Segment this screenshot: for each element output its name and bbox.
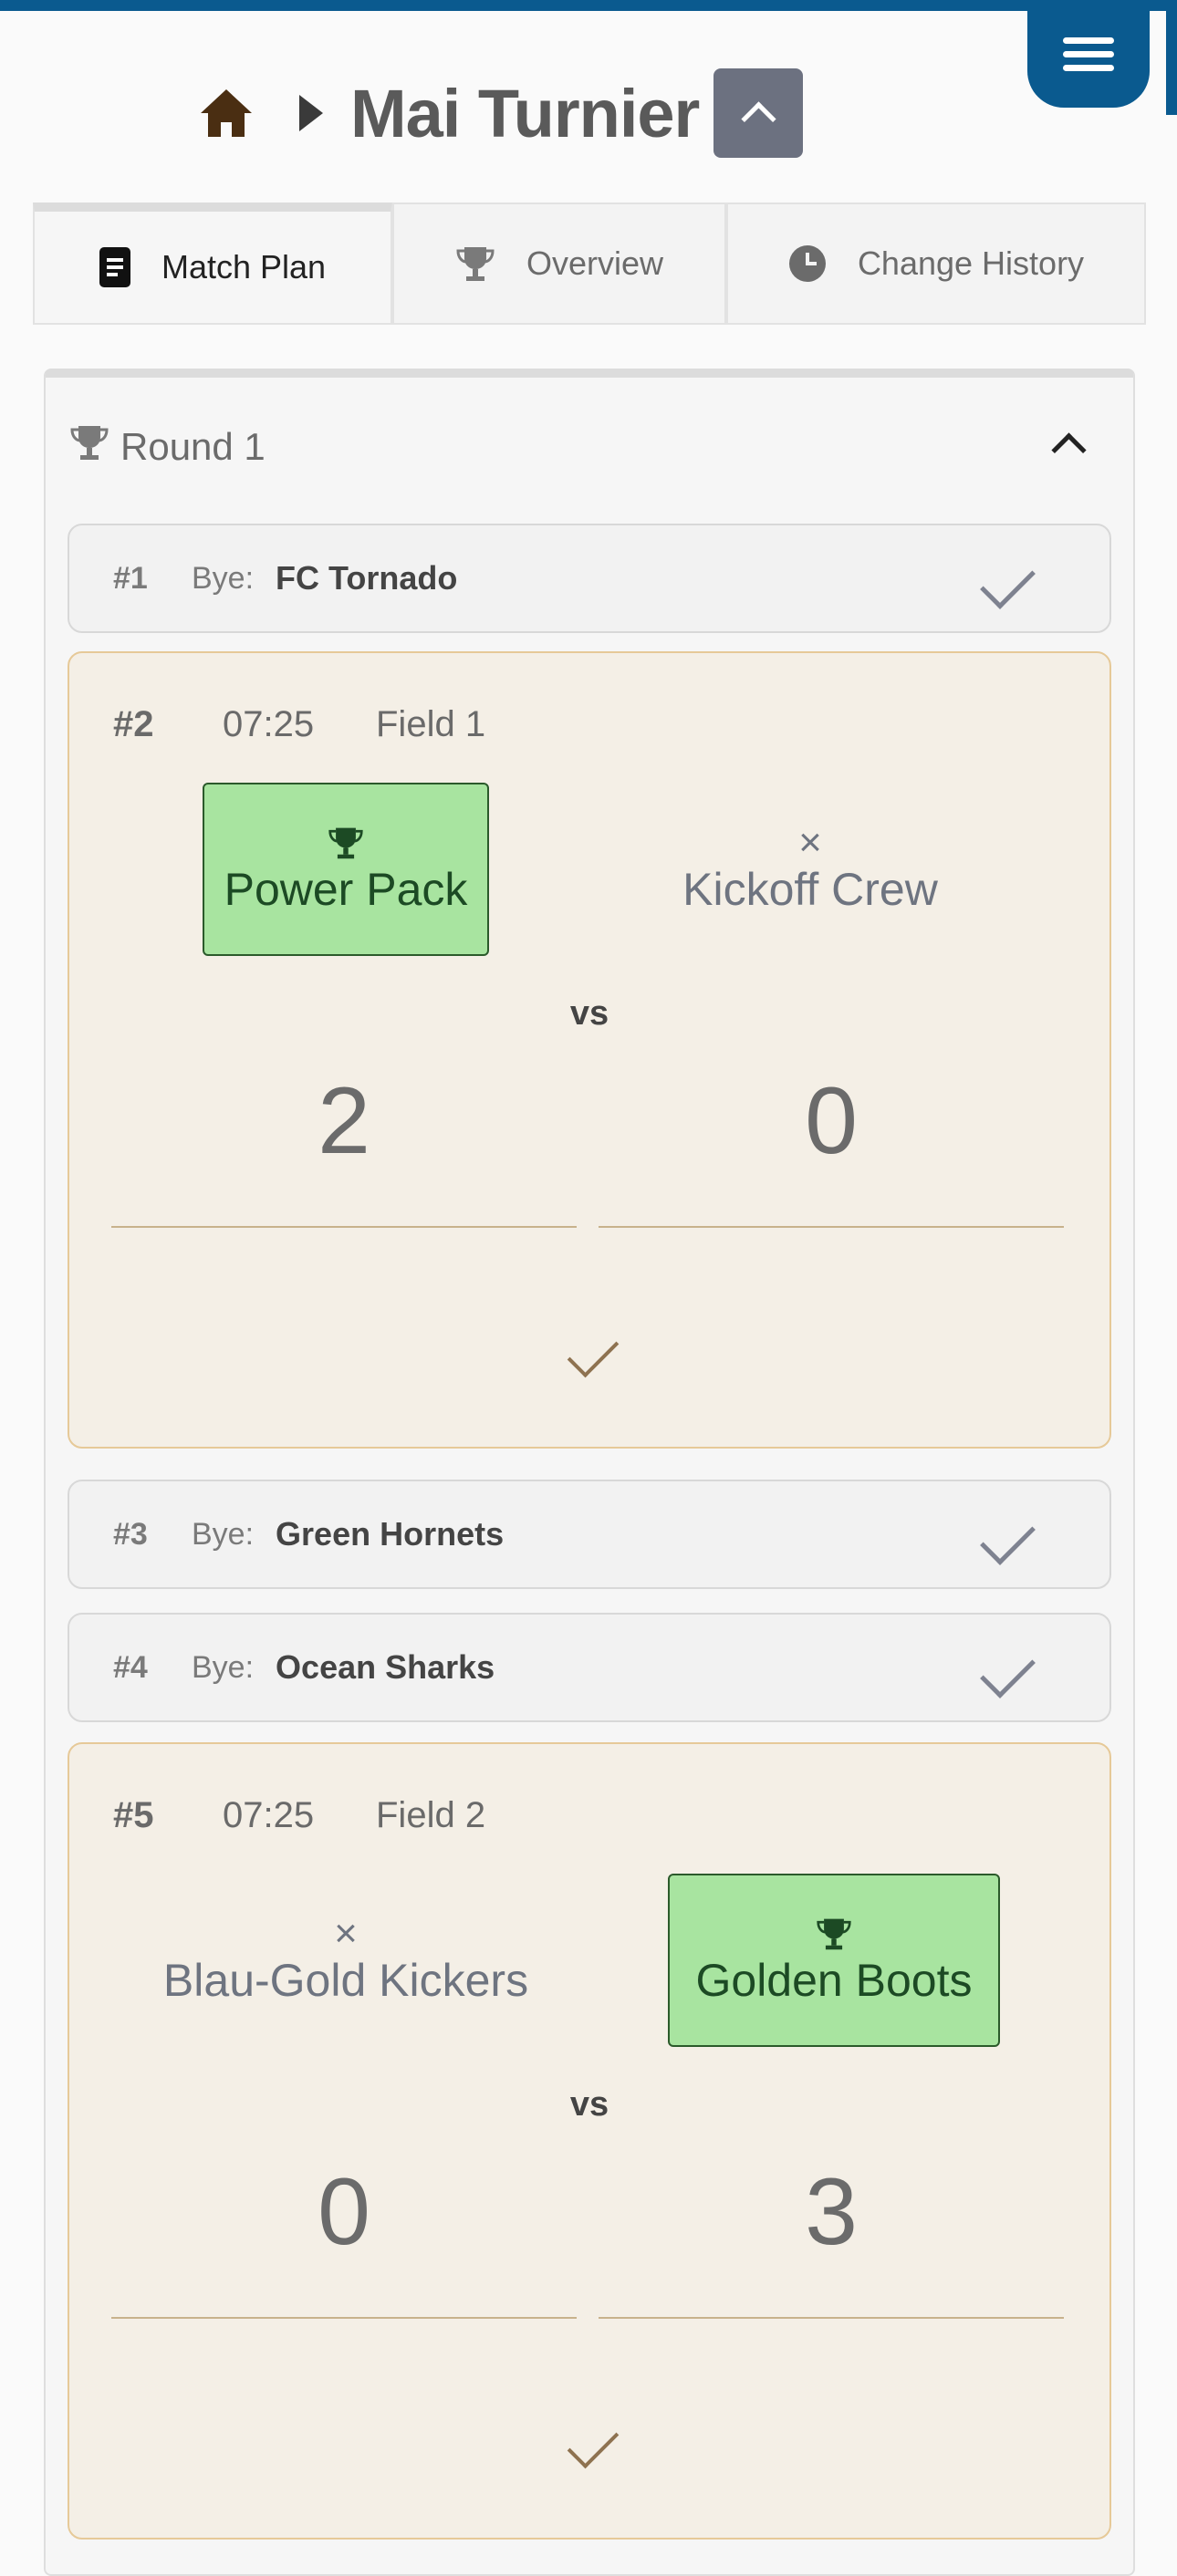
vs-label: vs bbox=[569, 2085, 609, 2124]
home-score-input[interactable]: 0 bbox=[111, 2158, 577, 2267]
match-number: #3 bbox=[113, 1516, 148, 1552]
match-card: #2 07:25 Field 1 Power Pack × Kickoff Cr… bbox=[68, 651, 1111, 1449]
away-score-input[interactable]: 3 bbox=[599, 2158, 1064, 2267]
home-team-button[interactable]: Power Pack bbox=[203, 783, 489, 956]
page-header: Mai Turnier bbox=[197, 68, 804, 159]
away-team-button[interactable]: Golden Boots bbox=[668, 1874, 1000, 2047]
confirm-check-icon[interactable] bbox=[567, 2416, 620, 2469]
trophy-icon bbox=[69, 421, 109, 473]
score-underline bbox=[599, 1226, 1064, 1228]
hamburger-icon bbox=[1063, 30, 1114, 78]
team-name: Blau-Gold Kickers bbox=[162, 1955, 529, 2006]
tab-label: Overview bbox=[526, 244, 664, 282]
bye-label: Bye: bbox=[192, 1516, 255, 1552]
score-underline bbox=[111, 2317, 577, 2319]
check-icon bbox=[980, 554, 1036, 609]
menu-button[interactable] bbox=[1027, 0, 1150, 108]
confirm-check-icon[interactable] bbox=[567, 1325, 620, 1378]
chevron-up-icon[interactable] bbox=[1051, 432, 1087, 468]
vs-label: vs bbox=[569, 994, 609, 1033]
match-field: Field 2 bbox=[376, 1795, 486, 1835]
trophy-icon bbox=[817, 1918, 851, 1950]
match-number: #1 bbox=[113, 560, 148, 596]
trophy-icon bbox=[455, 244, 495, 284]
bye-label: Bye: bbox=[192, 560, 255, 596]
check-icon bbox=[980, 1510, 1036, 1565]
bye-team: Green Hornets bbox=[276, 1515, 505, 1553]
tab-match-plan[interactable]: Match Plan bbox=[33, 203, 392, 325]
bye-team: Ocean Sharks bbox=[276, 1648, 495, 1686]
bye-row: #3 Bye: Green Hornets bbox=[68, 1480, 1111, 1589]
x-icon: × bbox=[334, 1911, 358, 1956]
document-icon bbox=[99, 247, 130, 287]
team-name: Power Pack bbox=[224, 864, 468, 915]
home-icon[interactable] bbox=[197, 84, 255, 142]
chevron-up-icon bbox=[741, 100, 776, 137]
home-score-input[interactable]: 2 bbox=[111, 1067, 577, 1176]
match-number: #5 bbox=[113, 1795, 154, 1835]
check-icon bbox=[980, 1643, 1036, 1698]
tab-label: Change History bbox=[857, 244, 1085, 282]
match-number: #4 bbox=[113, 1649, 148, 1685]
score-underline bbox=[599, 2317, 1064, 2319]
match-time: 07:25 bbox=[223, 1795, 315, 1835]
tab-change-history[interactable]: Change History bbox=[726, 203, 1146, 325]
round-panel: Round 1 #1 Bye: FC Tornado #2 07:25 Fiel… bbox=[44, 369, 1135, 2576]
tab-overview[interactable]: Overview bbox=[392, 203, 726, 325]
round-header[interactable]: Round 1 bbox=[69, 410, 266, 483]
home-team-button[interactable]: × Blau-Gold Kickers bbox=[142, 1874, 549, 2047]
edge-strip bbox=[1166, 0, 1177, 115]
away-team-button[interactable]: × Kickoff Crew bbox=[646, 783, 974, 956]
score-underline bbox=[111, 1226, 577, 1228]
match-card: #5 07:25 Field 2 × Blau-Gold Kickers Gol… bbox=[68, 1742, 1111, 2540]
clock-icon bbox=[788, 244, 827, 283]
bye-team: FC Tornado bbox=[276, 559, 458, 597]
top-accent-bar bbox=[0, 0, 1177, 11]
match-number: #2 bbox=[113, 704, 154, 744]
bye-label: Bye: bbox=[192, 1649, 255, 1685]
collapse-header-button[interactable] bbox=[713, 68, 804, 158]
tab-label: Match Plan bbox=[161, 248, 327, 286]
away-score-input[interactable]: 0 bbox=[599, 1067, 1064, 1176]
trophy-icon bbox=[328, 827, 363, 859]
x-icon: × bbox=[798, 820, 822, 865]
team-name: Kickoff Crew bbox=[682, 864, 938, 915]
match-field: Field 1 bbox=[376, 704, 486, 744]
bye-row: #1 Bye: FC Tornado bbox=[68, 524, 1111, 633]
bye-row: #4 Bye: Ocean Sharks bbox=[68, 1613, 1111, 1722]
round-title: Round 1 bbox=[120, 425, 266, 468]
caret-right-icon bbox=[299, 95, 323, 131]
match-time: 07:25 bbox=[223, 704, 315, 744]
tab-bar: Match Plan Overview Change History bbox=[33, 203, 1146, 325]
page-title: Mai Turnier bbox=[350, 75, 700, 151]
team-name: Golden Boots bbox=[695, 1955, 973, 2006]
